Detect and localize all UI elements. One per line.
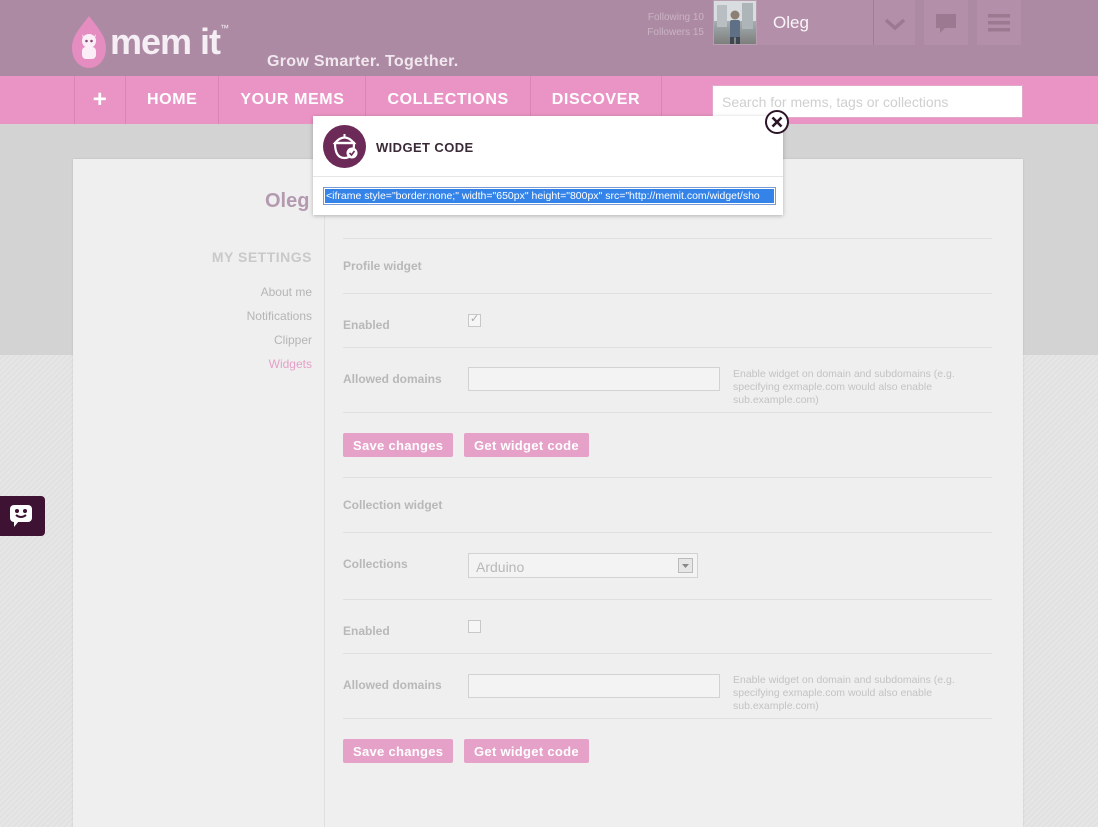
divider [343, 477, 992, 478]
divider [343, 238, 992, 239]
sidebar-item-widgets[interactable]: Widgets [150, 357, 312, 371]
collection-enabled-checkbox[interactable] [468, 620, 481, 633]
search-input[interactable] [712, 85, 1023, 118]
divider [343, 293, 992, 294]
close-modal-button[interactable] [765, 110, 789, 134]
profile-get-code-button[interactable]: Get widget code [464, 433, 589, 457]
plus-icon: + [92, 86, 108, 113]
sidebar-item-clipper[interactable]: Clipper [150, 333, 312, 347]
feedback-tab[interactable] [0, 496, 45, 536]
brand-logo[interactable]: mem it ™ [72, 16, 229, 68]
messages-button[interactable] [924, 0, 968, 45]
divider [343, 599, 992, 600]
feedback-face-icon [0, 505, 45, 540]
triangle-down-icon[interactable] [678, 558, 693, 573]
collection-get-code-button[interactable]: Get widget code [464, 739, 589, 763]
divider [343, 532, 992, 533]
profile-widget-heading: Profile widget [343, 259, 422, 273]
modal-header: WIDGET CODE [313, 116, 783, 177]
followers-count[interactable]: Followers 15 [628, 25, 704, 40]
divider [343, 347, 992, 348]
hamburger-menu-icon [977, 14, 1021, 49]
divider [343, 412, 992, 413]
sidebar-divider [324, 216, 325, 827]
avatar[interactable] [713, 0, 757, 45]
main-menu-button[interactable] [977, 0, 1021, 45]
nav-home[interactable]: HOME [126, 76, 220, 124]
profile-enabled-checkbox[interactable]: ✓ [468, 313, 481, 327]
user-menu[interactable]: Oleg [757, 0, 915, 45]
profile-name: Oleg [265, 190, 310, 212]
checkmark-icon: ✓ [470, 313, 480, 325]
collections-select[interactable]: Arduino [468, 553, 698, 578]
widget-code-field[interactable]: <iframe style="border:none;" width="650p… [323, 187, 776, 205]
sidebar-item-notifications[interactable]: Notifications [150, 309, 312, 323]
collections-label: Collections [343, 557, 408, 571]
collections-selected-value: Arduino [476, 559, 525, 575]
profile-save-button[interactable]: Save changes [343, 433, 454, 457]
tagline: Grow Smarter. Together. [267, 53, 459, 70]
collection-save-button[interactable]: Save changes [343, 739, 454, 763]
follow-stats: Following 10 Followers 15 [628, 10, 704, 40]
collection-domains-help: Enable widget on domain and subdomains (… [733, 674, 955, 712]
settings-title: MY SETTINGS [211, 249, 312, 265]
widget-code-modal: WIDGET CODE <iframe style="border:none;"… [313, 116, 783, 215]
widget-code-text: <iframe style="border:none;" width="650p… [325, 189, 774, 203]
profile-domains-label: Allowed domains [343, 372, 442, 386]
chat-bubble-icon [924, 14, 968, 49]
user-name: Oleg [773, 13, 809, 32]
following-count[interactable]: Following 10 [628, 10, 704, 25]
chevron-down-icon[interactable] [873, 0, 915, 45]
profile-domains-input[interactable] [468, 367, 720, 391]
sidebar-item-about-me[interactable]: About me [150, 285, 312, 299]
modal-title: WIDGET CODE [376, 140, 474, 155]
top-header: mem it ™ Grow Smarter. Together. Followi… [0, 0, 1098, 76]
add-mem-button[interactable]: + [75, 76, 126, 124]
profile-domains-help: Enable widget on domain and subdomains (… [733, 368, 955, 406]
mascot-logo-icon [72, 16, 106, 68]
collection-widget-heading: Collection widget [343, 498, 443, 512]
profile-enabled-label: Enabled [343, 318, 390, 332]
divider [343, 653, 992, 654]
acorn-badge-icon [323, 125, 366, 168]
divider [343, 718, 992, 719]
close-circle-icon [767, 116, 787, 136]
collection-domains-label: Allowed domains [343, 678, 442, 692]
collection-enabled-label: Enabled [343, 624, 390, 638]
collection-domains-input[interactable] [468, 674, 720, 698]
logo-wordmark: mem it [110, 21, 221, 62]
logo-trademark: ™ [220, 23, 230, 33]
